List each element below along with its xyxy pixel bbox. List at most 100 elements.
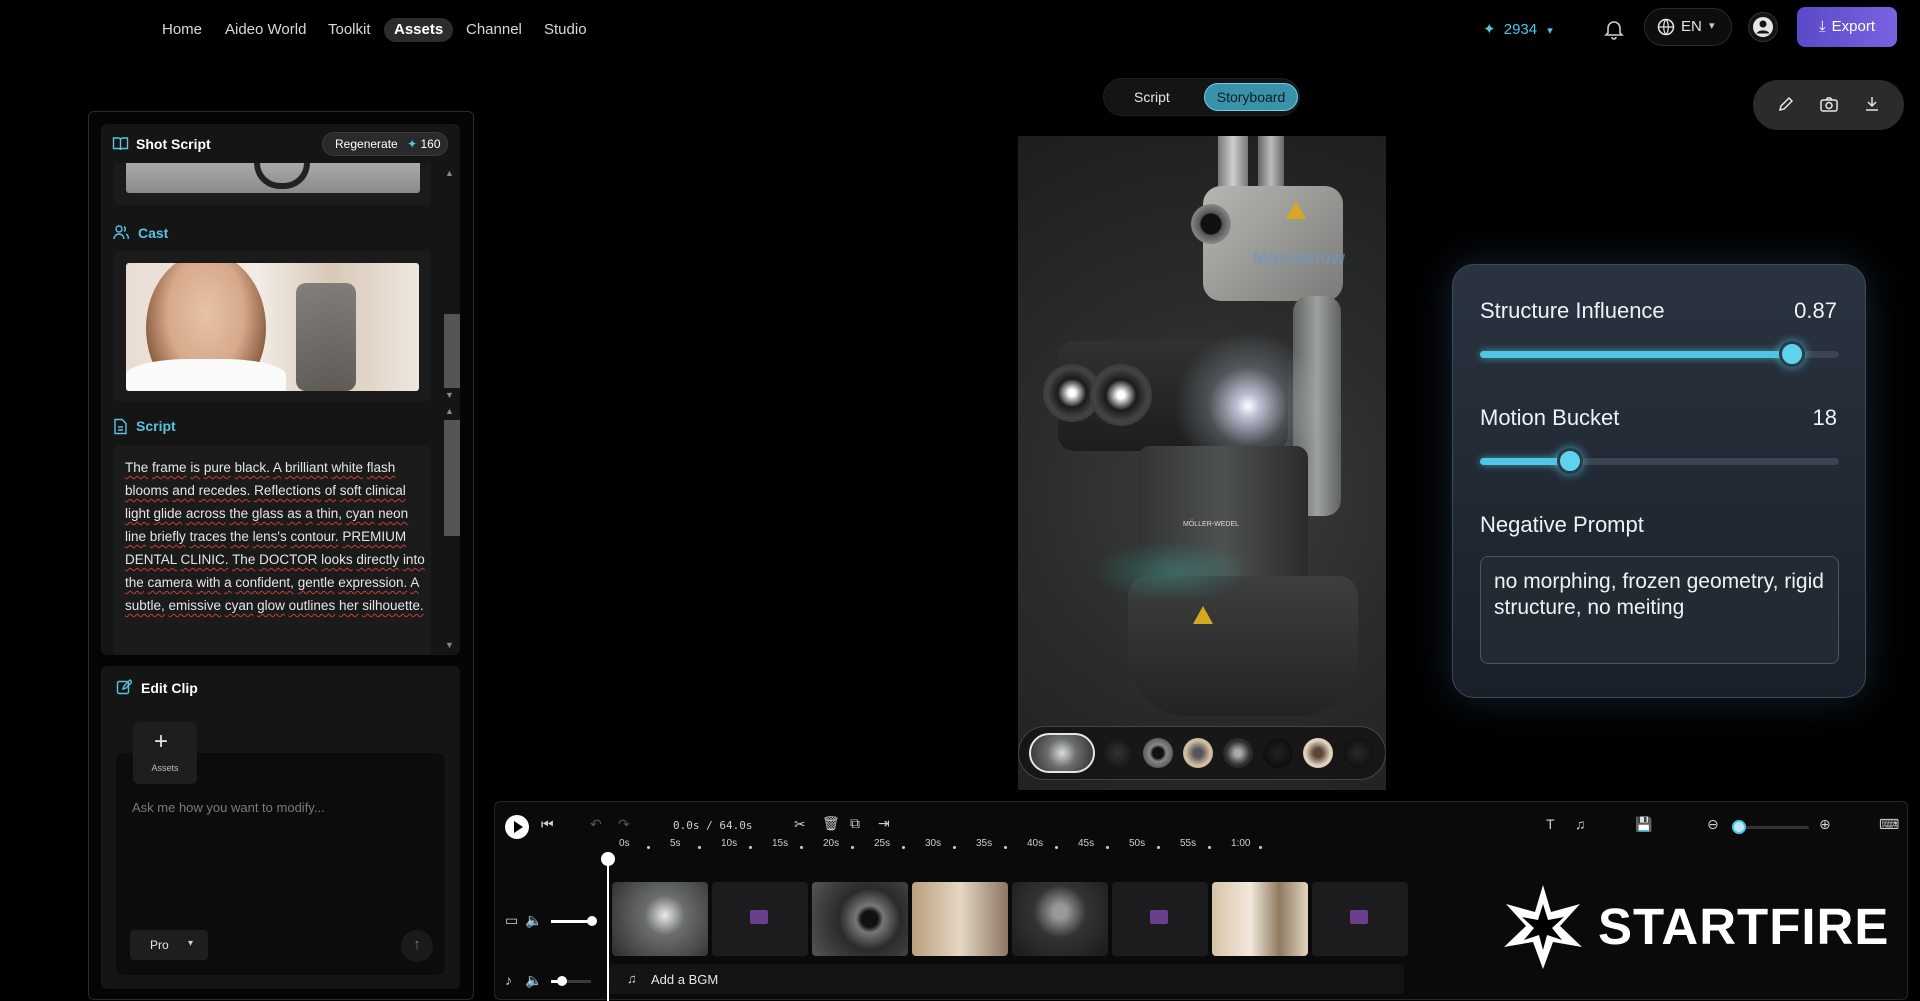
- nav-home[interactable]: Home: [152, 18, 212, 42]
- ruler-tick: [851, 846, 854, 849]
- preview-tools: [1753, 80, 1904, 130]
- video-volume-slider[interactable]: [587, 916, 597, 926]
- credits-button[interactable]: ✦ 2934 ▾: [1483, 16, 1553, 44]
- prompt-input[interactable]: Ask me how you want to modify...: [132, 800, 325, 815]
- volume-icon[interactable]: 🔈: [525, 972, 542, 989]
- thumbnail-item[interactable]: [1223, 738, 1253, 768]
- camera-icon[interactable]: [1819, 95, 1839, 118]
- avatar[interactable]: [1748, 12, 1778, 42]
- zoom-slider[interactable]: [1732, 820, 1746, 834]
- bgm-track[interactable]: ♫ Add a BGM: [609, 964, 1404, 994]
- keyboard-icon[interactable]: ⌨: [1879, 816, 1899, 833]
- video-volume-track[interactable]: [551, 920, 591, 923]
- script-word: her: [338, 598, 359, 613]
- script-text[interactable]: The frame is pure black. A brilliant whi…: [125, 456, 425, 617]
- scroll-up-icon[interactable]: ▲: [445, 168, 454, 178]
- timeline-clip[interactable]: [612, 882, 708, 956]
- timeline-clip-empty[interactable]: [1112, 882, 1208, 956]
- shot-script-title: Shot Script: [136, 136, 211, 152]
- send-button[interactable]: ↑: [401, 930, 433, 962]
- edit-icon: [116, 679, 133, 700]
- script-word: neon: [378, 506, 409, 521]
- scrollbar-thumb[interactable]: [444, 420, 460, 536]
- zoom-track[interactable]: [1739, 826, 1809, 829]
- save-icon[interactable]: 💾: [1635, 816, 1652, 833]
- ruler-label: 35s: [976, 838, 993, 849]
- microscope-shape: [296, 283, 356, 391]
- script-word: subtle,: [125, 598, 165, 613]
- pencil-icon[interactable]: [1777, 95, 1795, 118]
- timeline-clip[interactable]: [912, 882, 1008, 956]
- thumbnail-item[interactable]: [1343, 738, 1373, 768]
- language-selector[interactable]: EN ▾: [1644, 8, 1732, 46]
- playhead[interactable]: [607, 858, 609, 1001]
- thumbnail-item[interactable]: [1103, 738, 1133, 768]
- playhead-handle[interactable]: [601, 852, 615, 866]
- timeline-clip[interactable]: [812, 882, 908, 956]
- startfire-logo-icon: [1498, 882, 1588, 977]
- skip-back-icon[interactable]: ⏮: [541, 816, 554, 833]
- download-icon[interactable]: [1863, 95, 1881, 118]
- nav-aideo-world[interactable]: Aideo World: [215, 18, 316, 42]
- script-word: soft: [339, 483, 362, 498]
- negative-prompt-input[interactable]: no morphing, frozen geometry, rigid stru…: [1480, 556, 1839, 664]
- lens-right: [1090, 364, 1152, 426]
- thumbnail-item[interactable]: [1143, 738, 1173, 768]
- bell-icon[interactable]: [1602, 17, 1626, 41]
- add-assets-button[interactable]: + Assets: [133, 722, 197, 784]
- scroll-down-icon[interactable]: ▼: [445, 390, 454, 400]
- timeline-clip-empty[interactable]: [1312, 882, 1408, 956]
- volume-icon[interactable]: 🔈: [525, 912, 542, 929]
- timeline-clip-empty[interactable]: [712, 882, 808, 956]
- script-word: white: [331, 460, 364, 475]
- ruler-tick: [1208, 846, 1211, 849]
- timeline-clip[interactable]: [1212, 882, 1308, 956]
- music-icon[interactable]: ♫: [1575, 816, 1586, 832]
- script-word: briefly: [149, 529, 186, 544]
- ruler-label: 20s: [823, 838, 840, 849]
- nav-studio[interactable]: Studio: [534, 18, 597, 42]
- script-word: recedes.: [198, 483, 251, 498]
- scroll-up-icon[interactable]: ▲: [445, 406, 454, 416]
- nav-toolkit[interactable]: Toolkit: [318, 18, 381, 42]
- thumbnail-item[interactable]: [1303, 738, 1333, 768]
- cast-portrait[interactable]: [126, 263, 419, 391]
- motion-bucket-slider[interactable]: [1556, 448, 1583, 474]
- timeline-clip[interactable]: [1012, 882, 1108, 956]
- globe-icon: [1657, 18, 1675, 41]
- ruler-tick: [1259, 846, 1262, 849]
- thumbnail-item[interactable]: [1183, 738, 1213, 768]
- play-button[interactable]: [505, 815, 529, 839]
- structure-influence-slider[interactable]: [1779, 341, 1806, 367]
- ruler-tick: [749, 846, 752, 849]
- bgm-volume-slider[interactable]: [557, 976, 567, 986]
- scroll-down-icon[interactable]: ▼: [445, 640, 454, 650]
- scrollbar-thumb[interactable]: [444, 314, 460, 388]
- script-word: is: [190, 460, 201, 475]
- script-word: a: [305, 506, 313, 521]
- plus-icon: +: [154, 728, 169, 755]
- script-word: of: [324, 483, 336, 498]
- model-select[interactable]: Pro ▾: [130, 930, 208, 960]
- tab-script[interactable]: Script: [1134, 89, 1170, 105]
- script-word: emissive: [168, 598, 222, 613]
- script-word: contour.: [290, 529, 339, 544]
- script-word: PREMIUM: [342, 529, 407, 544]
- model-label: Pro: [150, 938, 169, 952]
- script-word: black.: [234, 460, 270, 475]
- script-word: expression.: [338, 575, 408, 590]
- text-icon[interactable]: T: [1546, 816, 1555, 832]
- thumbnail-item[interactable]: [1263, 738, 1293, 768]
- zoom-in-icon[interactable]: ⊕: [1819, 816, 1831, 833]
- export-button[interactable]: ⤓ Export: [1797, 7, 1897, 47]
- video-preview[interactable]: MovieFlow MÖLLER-WEDEL: [1018, 136, 1386, 790]
- undo-icon[interactable]: ↶: [590, 816, 602, 833]
- nav-channel[interactable]: Channel: [456, 18, 532, 42]
- nav-assets[interactable]: Assets: [384, 18, 454, 42]
- regenerate-button[interactable]: Regenerate ✦ 160: [322, 132, 448, 156]
- tab-storyboard[interactable]: Storyboard: [1204, 83, 1298, 111]
- clip-placeholder-icon: [1350, 910, 1368, 924]
- script-word: clinical: [365, 483, 406, 498]
- zoom-out-icon[interactable]: ⊖: [1707, 816, 1719, 833]
- thumbnail-item[interactable]: [1029, 733, 1095, 773]
